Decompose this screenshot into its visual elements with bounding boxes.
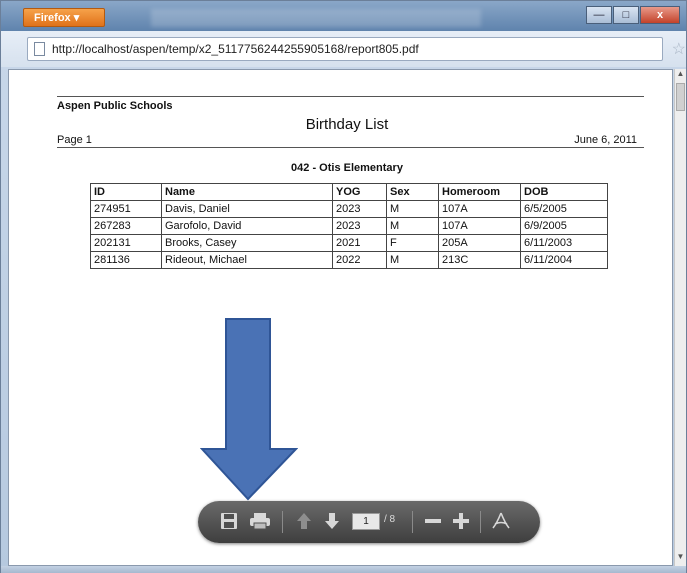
save-icon[interactable]	[218, 512, 240, 534]
page-icon	[34, 42, 45, 56]
table-cell: 2023	[332, 217, 387, 235]
page-down-icon[interactable]	[322, 512, 342, 534]
district-name: Aspen Public Schools	[57, 100, 173, 112]
column-header: Homeroom	[438, 183, 521, 201]
navigation-bar: http://localhost/aspen/temp/x2_511775624…	[1, 31, 686, 67]
table-cell: Rideout, Michael	[161, 251, 333, 269]
table-cell: 2021	[332, 234, 387, 252]
table-cell: 107A	[438, 200, 521, 218]
close-button[interactable]: x	[640, 6, 680, 24]
table-cell: Brooks, Casey	[161, 234, 333, 252]
table-cell: M	[386, 200, 439, 218]
table-cell: 202131	[90, 234, 162, 252]
table-cell: 107A	[438, 217, 521, 235]
table-row: 202131 Brooks, Casey 2021 F 205A 6/11/20…	[90, 234, 608, 252]
acrobat-icon[interactable]	[490, 512, 512, 534]
header-top-rule	[57, 96, 644, 97]
maximize-button[interactable]: □	[613, 6, 639, 24]
table-cell: 213C	[438, 251, 521, 269]
table-header-row: ID Name YOG Sex Homeroom DOB	[90, 183, 608, 201]
vertical-scrollbar[interactable]: ▲ ▼	[674, 69, 686, 566]
table-cell: 6/11/2003	[520, 234, 608, 252]
table-cell: M	[386, 251, 439, 269]
pdf-toolbar: 1 / 8	[198, 501, 540, 543]
page-number-input[interactable]: 1	[352, 513, 380, 530]
table-row: 274951 Davis, Daniel 2023 M 107A 6/5/200…	[90, 200, 608, 218]
table-row: 281136 Rideout, Michael 2022 M 213C 6/11…	[90, 251, 608, 269]
window-controls: — □ x	[585, 6, 680, 24]
table-cell: 6/5/2005	[520, 200, 608, 218]
scroll-thumb[interactable]	[676, 83, 685, 111]
scroll-down-icon[interactable]: ▼	[675, 552, 686, 566]
zoom-in-icon[interactable]	[450, 512, 472, 534]
column-header: YOG	[332, 183, 387, 201]
address-bar[interactable]: http://localhost/aspen/temp/x2_511775624…	[27, 37, 686, 61]
table-cell: 281136	[90, 251, 162, 269]
scroll-up-icon[interactable]: ▲	[675, 69, 686, 83]
table-cell: 274951	[90, 200, 162, 218]
title-bar: Firefox ▾ — □ x	[1, 1, 686, 31]
minimize-button[interactable]: —	[586, 6, 612, 24]
page-up-icon[interactable]	[294, 512, 314, 534]
toolbar-separator	[282, 511, 283, 533]
annotation-arrow	[200, 318, 298, 501]
tab-strip	[151, 9, 481, 27]
zoom-out-icon[interactable]	[422, 512, 444, 534]
table-cell: F	[386, 234, 439, 252]
table-cell: 2022	[332, 251, 387, 269]
header-bottom-rule	[57, 147, 644, 148]
bookmark-star-icon[interactable]: ☆	[672, 39, 686, 59]
firefox-menu-button[interactable]: Firefox ▾	[23, 8, 105, 27]
column-header: Name	[161, 183, 333, 201]
toolbar-separator	[412, 511, 413, 533]
table-cell: 205A	[438, 234, 521, 252]
table-cell: 267283	[90, 217, 162, 235]
window-bottom-border	[1, 566, 686, 573]
toolbar-separator	[480, 511, 481, 533]
school-name: 042 - Otis Elementary	[291, 162, 403, 174]
report-title: Birthday List	[305, 116, 389, 133]
table-cell: Davis, Daniel	[161, 200, 333, 218]
browser-window: Firefox ▾ — □ x http://localhost/aspen/t…	[0, 0, 687, 573]
table-row: 267283 Garofolo, David 2023 M 107A 6/9/2…	[90, 217, 608, 235]
students-table: ID Name YOG Sex Homeroom DOB 274951 Davi…	[90, 183, 608, 269]
table-cell: Garofolo, David	[161, 217, 333, 235]
table-cell: 6/9/2005	[520, 217, 608, 235]
page-number-label: Page 1	[57, 134, 92, 146]
table-cell: 2023	[332, 200, 387, 218]
print-icon[interactable]	[248, 512, 272, 534]
table-cell: 6/11/2004	[520, 251, 608, 269]
column-header: Sex	[386, 183, 439, 201]
url-text[interactable]: http://localhost/aspen/temp/x2_511775624…	[52, 42, 419, 56]
report-date: June 6, 2011	[574, 134, 637, 146]
table-cell: M	[386, 217, 439, 235]
column-header: ID	[90, 183, 162, 201]
page-total-label: / 8	[384, 514, 396, 525]
column-header: DOB	[520, 183, 608, 201]
